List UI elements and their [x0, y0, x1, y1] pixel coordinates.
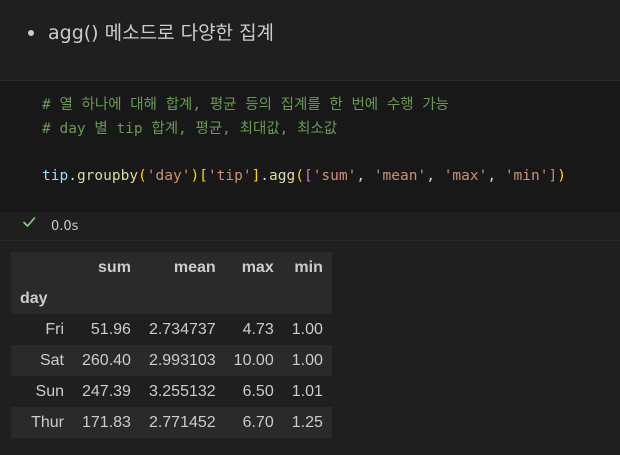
code-statement-line: tip.groupby('day')['tip'].agg(['sum', 'm…	[42, 166, 566, 186]
code-token-function: agg	[269, 168, 296, 184]
table-row: Sun 247.39 3.255132 6.50 1.01	[11, 376, 332, 407]
column-header: max	[241, 258, 274, 276]
markdown-cell[interactable]: agg() 메소드로 다양한 집계	[0, 0, 620, 62]
code-cell[interactable]: # 열 하나에 대해 합계, 평균 등의 집계를 한 번에 수행 가능 # da…	[0, 80, 620, 213]
code-token-function: groupby	[76, 168, 139, 184]
code-token-comma: ,	[426, 168, 444, 184]
code-token-string: 'sum'	[312, 168, 357, 184]
code-comment-line-2: # day 별 tip 합계, 평균, 최대값, 최소값	[42, 121, 338, 137]
row-index: Thur	[31, 413, 64, 431]
row-index: Sat	[39, 351, 64, 369]
code-token-bracket: [	[199, 168, 208, 184]
cell-max: 10.00	[233, 351, 274, 369]
code-token-comma: ,	[356, 168, 374, 184]
index-name: day	[20, 289, 48, 307]
code-token-string: 'mean'	[373, 168, 427, 184]
cell-sum: 247.39	[82, 382, 131, 400]
code-token-paren: (	[295, 168, 304, 184]
column-header: sum	[98, 258, 131, 276]
cell-max: 4.73	[242, 320, 274, 338]
index-header-blank	[11, 252, 73, 283]
table-row: Thur 171.83 2.771452 6.70 1.25	[11, 407, 332, 438]
cell-status-bar: 0.0s	[0, 212, 620, 241]
code-editor[interactable]: # 열 하나에 대해 합계, 평균 등의 집계를 한 번에 수행 가능 # da…	[30, 81, 620, 213]
table-header-row: sum mean max min	[11, 252, 332, 283]
cell-max: 6.70	[242, 413, 274, 431]
column-header: min	[294, 258, 323, 276]
cell-min: 1.00	[291, 351, 323, 369]
dataframe-table: sum mean max min day Fri 51.96 2.734737 …	[11, 252, 332, 438]
code-token-variable: tip	[42, 168, 69, 184]
cell-max: 6.50	[242, 382, 274, 400]
code-token-paren: (	[138, 168, 147, 184]
table-row: Sat 260.40 2.993103 10.00 1.00	[11, 345, 332, 376]
cell-sum: 171.83	[82, 413, 131, 431]
cell-sum: 260.40	[82, 351, 131, 369]
cell-mean: 2.734737	[148, 320, 216, 338]
cell-output: sum mean max min day Fri 51.96 2.734737 …	[0, 241, 620, 455]
cell-min: 1.00	[291, 320, 323, 338]
check-icon	[23, 217, 36, 227]
cell-min: 1.01	[291, 382, 323, 400]
code-token-paren: )	[190, 168, 200, 184]
cell-mean: 3.255132	[148, 382, 216, 400]
table-row: Fri 51.96 2.734737 4.73 1.00	[11, 314, 332, 345]
code-token-dot: .	[260, 168, 270, 184]
row-index: Fri	[45, 320, 64, 338]
bullet-icon	[28, 30, 34, 36]
code-token-bracket: ]	[548, 168, 558, 184]
index-name-row: day	[11, 283, 332, 314]
code-token-string: 'tip'	[207, 168, 252, 184]
code-token-paren: )	[557, 168, 566, 184]
execution-time: 0.0s	[51, 219, 79, 234]
code-token-dot: .	[68, 168, 77, 184]
cell-min: 1.25	[291, 413, 323, 431]
cell-mean: 2.771452	[148, 413, 216, 431]
code-comment-line-1: # 열 하나에 대해 합계, 평균 등의 집계를 한 번에 수행 가능	[42, 97, 449, 113]
code-token-string: 'day'	[146, 168, 191, 184]
cell-sum: 51.96	[90, 320, 131, 338]
code-token-bracket: [	[303, 168, 313, 184]
column-header: mean	[173, 258, 216, 276]
code-token-comma: ,	[487, 168, 505, 184]
code-token-bracket: ]	[251, 168, 261, 184]
row-index: Sun	[35, 382, 64, 400]
code-token-string: 'min'	[504, 168, 549, 184]
cell-mean: 2.993103	[148, 351, 216, 369]
code-token-string: 'max'	[443, 168, 488, 184]
markdown-bullet-text: agg() 메소드로 다양한 집계	[48, 22, 275, 44]
